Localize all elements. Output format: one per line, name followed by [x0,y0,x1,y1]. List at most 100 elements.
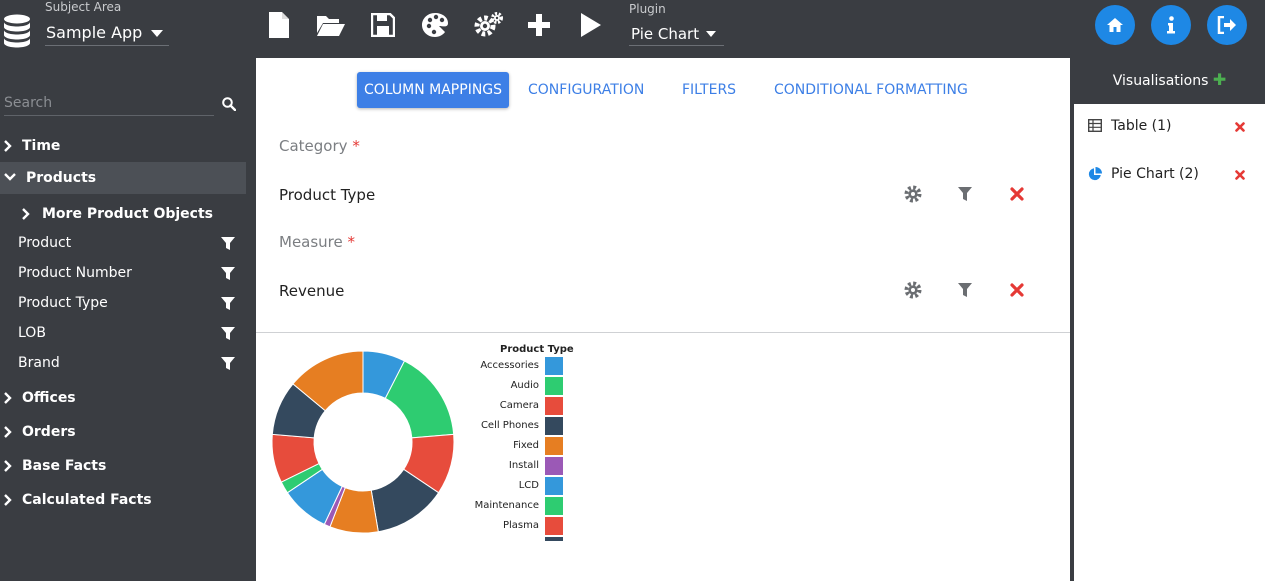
legend-item: Maintenance [436,496,563,516]
save-icon[interactable] [368,10,398,40]
legend-item: Plasma [436,516,563,536]
pie-chart-icon [1088,167,1102,181]
chevron-right-icon [4,460,12,472]
category-value: Product Type [279,186,376,204]
home-icon [1107,18,1123,32]
subject-area-sidebar: Time Products More Product Objects Produ… [0,56,252,581]
measure-label: Measure * [279,233,355,251]
tree-folder-calculated-facts[interactable]: Calculated Facts [0,484,246,516]
legend-swatch [545,437,563,455]
remove-icon[interactable] [1007,184,1027,204]
tree-folder-orders[interactable]: Orders [0,416,246,448]
measure-label-text: Measure [279,233,343,251]
tab-filters[interactable]: FILTERS [675,72,743,108]
tree-item-label: Product [18,235,72,251]
tree-item-label: Product Number [18,265,132,281]
tree-folder-more-product-objects[interactable]: More Product Objects [0,198,246,230]
visualisation-label: Table (1) [1111,118,1172,134]
search-input[interactable] [4,93,214,111]
search-icon[interactable] [222,96,237,115]
legend-title: Product Type [500,344,574,355]
legend-item: Camera [436,396,563,416]
tree-folder-time[interactable]: Time [0,130,246,162]
chevron-right-icon [4,494,12,506]
filter-icon[interactable] [221,267,235,280]
delete-icon[interactable] [1235,120,1245,136]
legend-label: LCD [518,480,539,491]
main-panel: COLUMN MAPPINGS CONFIGURATION FILTERS CO… [256,58,1070,581]
subject-area-label: Subject Area [45,0,122,14]
info-button[interactable] [1151,5,1191,45]
tab-bar: COLUMN MAPPINGS CONFIGURATION FILTERS CO… [256,72,1070,108]
search-box[interactable] [4,92,214,116]
open-folder-icon[interactable] [316,10,346,40]
legend-swatch [545,397,563,415]
new-file-icon[interactable] [264,10,294,40]
legend-item: Audio [436,376,563,396]
tree-folder-offices[interactable]: Offices [0,382,246,414]
tree-item-product-type[interactable]: Product Type [0,288,246,318]
home-button[interactable] [1095,5,1135,45]
legend-swatch [545,497,563,515]
subject-area-select[interactable]: Sample App [45,20,169,46]
legend-label: Plasma [502,520,539,531]
tree-item-product[interactable]: Product [0,228,246,258]
plugin-select[interactable]: Pie Chart [629,20,724,46]
tree-folder-base-facts[interactable]: Base Facts [0,450,246,482]
tree-item-label: Product Type [18,295,108,311]
plugin-value: Pie Chart [631,25,700,43]
section-divider [256,332,1070,333]
subject-area-value: Sample App [46,23,143,42]
legend-item: Cell Phones [436,416,563,436]
legend-swatch [545,477,563,495]
table-icon [1088,119,1102,132]
tree-folder-label: Calculated Facts [22,492,152,508]
tree-folder-label: Base Facts [22,458,107,474]
legend-swatch [545,457,563,475]
filter-icon[interactable] [955,184,975,204]
caret-down-icon [151,30,163,37]
legend-swatch [545,517,563,535]
legend-label: Audio [510,380,539,391]
filter-icon[interactable] [221,297,235,310]
add-visualisation-icon[interactable]: ✚ [1213,70,1226,89]
category-label: Category * [279,137,360,155]
filter-icon[interactable] [955,280,975,300]
tab-configuration[interactable]: CONFIGURATION [521,72,651,108]
visualisation-item-table[interactable]: Table (1) [1074,112,1265,142]
tab-column-mappings[interactable]: COLUMN MAPPINGS [357,72,510,108]
legend-label: Fixed [513,440,539,451]
tree-item-lob[interactable]: LOB [0,318,246,348]
tree-folder-products[interactable]: Products [0,162,246,194]
tree-folder-label: Products [26,170,97,186]
tree-folder-label: Offices [22,390,76,406]
sign-out-button[interactable] [1207,5,1247,45]
gear-icon[interactable] [903,280,923,300]
tree-item-brand[interactable]: Brand [0,348,246,378]
tab-conditional-formatting[interactable]: CONDITIONAL FORMATTING [767,72,975,108]
legend-label: Accessories [480,360,539,371]
tree-item-label: Brand [18,355,60,371]
filter-icon[interactable] [221,357,235,370]
cogs-icon[interactable] [474,10,504,40]
legend-label: Camera [499,400,539,411]
visualisation-item-pie-chart[interactable]: Pie Chart (2) [1074,160,1265,190]
required-mark: * [347,233,356,251]
tree-folder-label: More Product Objects [42,206,214,222]
gear-icon[interactable] [903,184,923,204]
legend-swatch [545,357,563,375]
remove-icon[interactable] [1007,280,1027,300]
plus-icon[interactable] [524,10,554,40]
filter-icon[interactable] [221,237,235,250]
palette-icon[interactable] [420,10,450,40]
delete-icon[interactable] [1235,168,1245,184]
required-mark: * [352,137,360,155]
tree-item-product-number[interactable]: Product Number [0,258,246,288]
category-label-text: Category [279,137,348,155]
play-icon[interactable] [576,10,606,40]
tree-item-label: LOB [18,325,46,341]
filter-icon[interactable] [221,327,235,340]
legend-label: Install [508,460,539,471]
legend-swatch [545,417,563,435]
info-icon [1167,16,1175,34]
